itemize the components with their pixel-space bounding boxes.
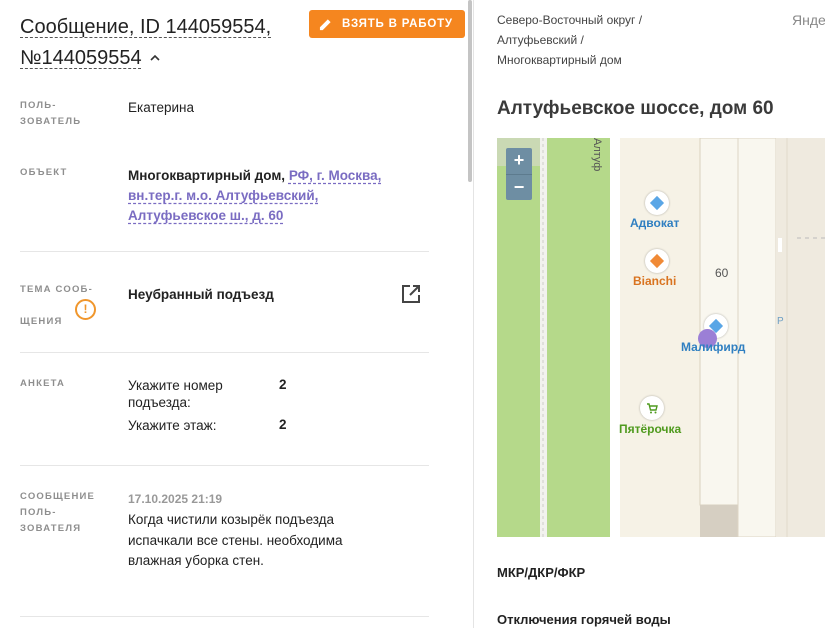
map[interactable]: + − Алтуф 60 P Адвокат Bianchi Малифирд …	[497, 138, 825, 537]
take-to-work-label: ВЗЯТЬ В РАБОТУ	[342, 18, 453, 30]
survey-label: АНКЕТА	[20, 378, 66, 389]
divider	[20, 616, 429, 617]
user-value: Екатерина	[128, 100, 194, 115]
poi-bianchi-icon[interactable]	[645, 249, 669, 273]
message-text: Когда чистили козырёк подъезда испачкали…	[128, 512, 343, 568]
parking-label: P	[777, 316, 784, 327]
section-heading-hot-water: Отключения горячей воды	[497, 612, 671, 627]
warning-icon: !	[75, 299, 96, 320]
object-type: Многоквартирный дом,	[128, 168, 286, 183]
zoom-out-button[interactable]: −	[506, 174, 532, 200]
poi-pyaterochka-label[interactable]: Пятёрочка	[619, 422, 681, 436]
divider	[20, 352, 429, 353]
chevron-up-icon[interactable]	[149, 53, 160, 63]
message-date: 17.10.2025 21:19	[128, 492, 223, 506]
open-external-icon[interactable]	[400, 283, 422, 305]
poi-lawyer-label[interactable]: Адвокат	[630, 216, 679, 230]
topic-value-text: Неубранный подъезд	[128, 287, 274, 302]
survey-answer: 2	[279, 417, 287, 432]
user-label: ПОЛЬ-ЗОВАТЕЛЬ	[20, 100, 82, 127]
yandex-link[interactable]: Янде	[792, 12, 825, 28]
survey-question: Укажите этаж:	[128, 418, 217, 433]
left-scrollbar[interactable]	[468, 0, 472, 182]
poi-malifird-label[interactable]: Малифирд	[681, 340, 745, 354]
zoom-control: + −	[506, 148, 532, 200]
message-label: СООБЩЕНИЕ ПОЛЬ-ЗОВАТЕЛЯ	[20, 491, 96, 534]
poi-shop-cart-icon[interactable]	[640, 396, 664, 420]
pane-divider	[473, 0, 474, 628]
house-number: 60	[715, 266, 729, 280]
section-heading-mkr: МКР/ДКР/ФКР	[497, 565, 586, 580]
breadcrumb-area[interactable]: Алтуфьевский /	[497, 30, 584, 50]
pencil-icon	[319, 18, 331, 30]
poi-bianchi-label[interactable]: Bianchi	[633, 274, 676, 288]
zoom-in-button[interactable]: +	[506, 148, 532, 174]
breadcrumb-district[interactable]: Северо-Восточный округ /	[497, 10, 642, 30]
object-value: Многоквартирный дом, РФ, г. Москва, вн.т…	[128, 166, 418, 226]
take-to-work-button[interactable]: ВЗЯТЬ В РАБОТУ	[309, 10, 465, 38]
survey-answer: 2	[279, 377, 287, 392]
divider	[20, 251, 429, 252]
survey-question: Укажите номер подъезда:	[128, 378, 223, 410]
message-title-text: Сообщение, ID 144059554, №144059554	[20, 16, 272, 69]
road-label: Алтуф	[591, 138, 603, 172]
poi-lawyer-icon[interactable]	[645, 191, 669, 215]
object-label: ОБЪЕКТ	[20, 167, 68, 178]
message-panel: Сообщение, ID 144059554, №144059554 ВЗЯТ…	[0, 0, 470, 628]
message-title[interactable]: Сообщение, ID 144059554, №144059554	[20, 12, 310, 74]
divider	[20, 465, 429, 466]
place-title: Алтуфьевское шоссе, дом 60	[497, 98, 774, 119]
topic-value: Неубранный подъезд	[128, 285, 274, 305]
breadcrumb-type[interactable]: Многоквартирный дом	[497, 50, 622, 70]
